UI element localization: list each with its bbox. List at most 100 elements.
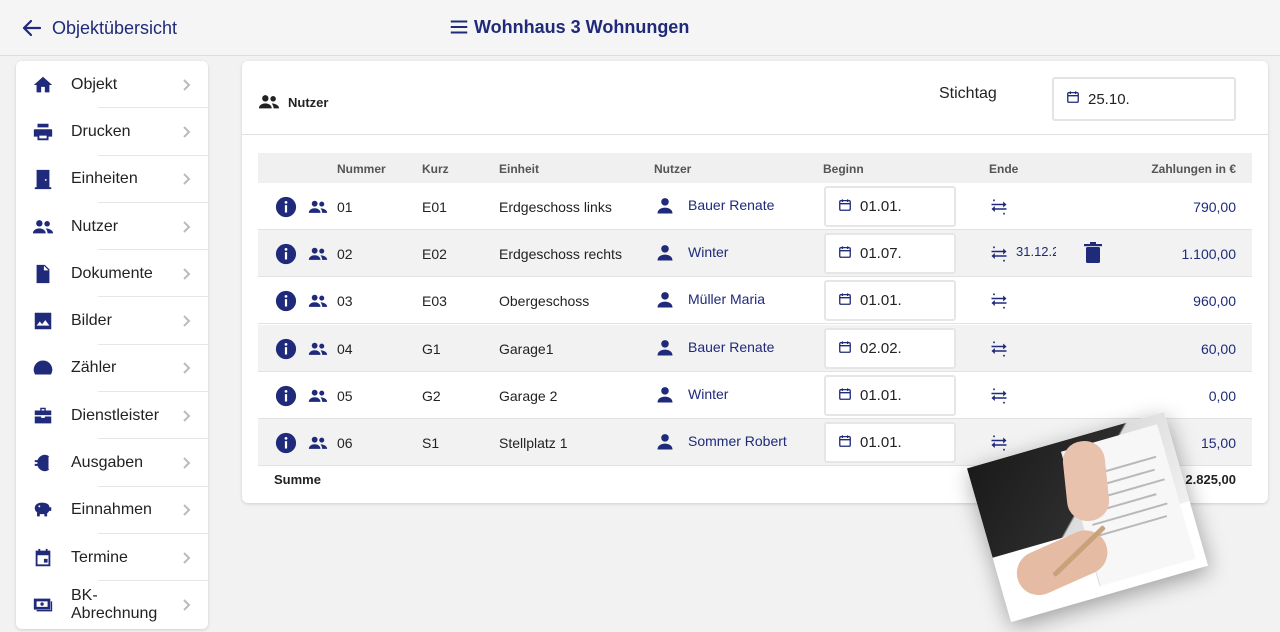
- sidebar-item-objekt[interactable]: Objekt: [16, 61, 208, 109]
- sidebar-item-bilder[interactable]: Bilder: [16, 297, 208, 346]
- users-icon: [32, 216, 54, 238]
- beginn-value: 01.01.: [860, 434, 902, 451]
- stichtag-label: Stichtag: [939, 85, 997, 102]
- back-label: Objektübersicht: [52, 17, 178, 38]
- cell-nummer: 04: [337, 341, 353, 357]
- trash-icon[interactable]: [1084, 242, 1102, 264]
- info-icon[interactable]: [275, 290, 297, 312]
- table-row[interactable]: 04 G1 Garage1 Bauer Renate 02.02. 60,00: [258, 325, 1252, 372]
- sidebar-item-drucken[interactable]: Drucken: [16, 108, 208, 156]
- menu-icon[interactable]: [448, 16, 470, 38]
- piggy-bank-icon: [32, 499, 54, 521]
- panel-title-text: Nutzer: [288, 94, 329, 110]
- beginn-date-field[interactable]: 01.01.: [824, 422, 956, 463]
- users-icon[interactable]: [306, 197, 330, 217]
- briefcase-icon: [32, 405, 54, 427]
- users-icon[interactable]: [306, 291, 330, 311]
- column-header-zahlungen[interactable]: Zahlungen in €: [1151, 162, 1236, 176]
- sidebar-item-dienstleister[interactable]: Dienstleister: [16, 392, 208, 440]
- info-icon[interactable]: [275, 432, 297, 454]
- beginn-date-field[interactable]: 01.01.: [824, 186, 956, 227]
- chevron-right-icon: [178, 360, 194, 376]
- back-button[interactable]: Objektübersicht: [20, 16, 177, 40]
- cell-ende[interactable]: 31.12.2: [1016, 244, 1056, 259]
- cell-einheit: Erdgeschoss links: [499, 199, 612, 215]
- table-header: Nummer Kurz Einheit Nutzer Beginn Ende Z…: [258, 153, 1252, 183]
- table-row[interactable]: 05 G2 Garage 2 Winter 01.01. 0,00: [258, 372, 1252, 419]
- sidebar-item-einnahmen[interactable]: Einnahmen: [16, 487, 208, 535]
- sidebar-item-zaehler[interactable]: Zähler: [16, 345, 208, 393]
- swap-icon[interactable]: [989, 291, 1009, 311]
- column-header-ende[interactable]: Ende: [989, 162, 1018, 176]
- cell-nutzer-link[interactable]: Sommer Robert: [688, 433, 787, 449]
- column-header-einheit[interactable]: Einheit: [499, 162, 539, 176]
- users-icon[interactable]: [306, 433, 330, 453]
- cell-zahlungen[interactable]: 790,00: [1193, 199, 1236, 215]
- cell-nutzer-link[interactable]: Bauer Renate: [688, 339, 774, 355]
- swap-icon[interactable]: [989, 386, 1009, 406]
- sidebar-item-einheiten[interactable]: Einheiten: [16, 156, 208, 204]
- calendar-icon: [838, 340, 852, 358]
- column-header-nutzer[interactable]: Nutzer: [654, 162, 691, 176]
- panel-title: Nutzer: [258, 91, 328, 113]
- calendar-icon: [838, 387, 852, 405]
- sidebar-item-dokumente[interactable]: Dokumente: [16, 250, 208, 298]
- beginn-value: 01.07.: [860, 245, 902, 262]
- column-header-kurz[interactable]: Kurz: [422, 162, 449, 176]
- stichtag-date-field[interactable]: 25.10.: [1052, 77, 1236, 121]
- cell-zahlungen[interactable]: 0,00: [1209, 388, 1236, 404]
- cell-einheit: Erdgeschoss rechts: [499, 246, 622, 262]
- cell-kurz: S1: [422, 435, 440, 451]
- table-row[interactable]: 02 E02 Erdgeschoss rechts Winter 01.07. 31.12…: [258, 230, 1252, 277]
- cell-nutzer-link[interactable]: Bauer Renate: [688, 197, 774, 213]
- info-icon[interactable]: [275, 338, 297, 360]
- column-header-nummer[interactable]: Nummer: [337, 162, 386, 176]
- cell-zahlungen[interactable]: 60,00: [1201, 341, 1236, 357]
- sidebar-item-label: Ausgaben: [71, 454, 144, 472]
- users-icon[interactable]: [306, 244, 330, 264]
- cell-zahlungen[interactable]: 1.100,00: [1182, 246, 1237, 262]
- sidebar-item-label: Objekt: [71, 75, 118, 93]
- sidebar-item-bk-abrechnung[interactable]: BK-Abrechnung: [16, 581, 208, 628]
- table-row[interactable]: 01 E01 Erdgeschoss links Bauer Renate 01.01.…: [258, 183, 1252, 230]
- door-icon: [32, 168, 54, 190]
- cell-zahlungen[interactable]: 15,00: [1201, 435, 1236, 451]
- beginn-date-field[interactable]: 01.01.: [824, 375, 956, 416]
- table-row[interactable]: 03 E03 Obergeschoss Müller Maria 01.01. 960,0…: [258, 277, 1252, 324]
- cell-kurz: G1: [422, 341, 441, 357]
- cell-nummer: 03: [337, 293, 353, 309]
- cell-nutzer-link[interactable]: Winter: [688, 386, 728, 402]
- users-icon[interactable]: [306, 339, 330, 359]
- sidebar-item-label: Nutzer: [71, 217, 119, 235]
- beginn-value: 01.01.: [860, 198, 902, 215]
- summe-value: 2.825,00: [1185, 472, 1236, 487]
- beginn-value: 01.01.: [860, 292, 902, 309]
- calendar-icon: [838, 292, 852, 310]
- column-header-beginn[interactable]: Beginn: [823, 162, 864, 176]
- info-icon[interactable]: [275, 385, 297, 407]
- person-icon: [655, 432, 675, 452]
- info-icon[interactable]: [275, 243, 297, 265]
- sidebar-item-termine[interactable]: Termine: [16, 534, 208, 582]
- cell-nutzer-link[interactable]: Winter: [688, 244, 728, 260]
- swap-icon[interactable]: [989, 244, 1009, 264]
- beginn-date-field[interactable]: 01.01.: [824, 280, 956, 321]
- cell-kurz: G2: [422, 388, 441, 404]
- swap-icon[interactable]: [989, 433, 1009, 453]
- sidebar-item-nutzer[interactable]: Nutzer: [16, 203, 208, 251]
- gauge-icon: [32, 357, 54, 379]
- beginn-date-field[interactable]: 02.02.: [824, 328, 956, 369]
- cell-nutzer-link[interactable]: Müller Maria: [688, 291, 765, 307]
- beginn-date-field[interactable]: 01.07.: [824, 233, 956, 274]
- sidebar-item-ausgaben[interactable]: Ausgaben: [16, 439, 208, 487]
- cell-zahlungen[interactable]: 960,00: [1193, 293, 1236, 309]
- cell-kurz: E03: [422, 293, 447, 309]
- person-icon: [655, 243, 675, 263]
- users-icon[interactable]: [306, 386, 330, 406]
- swap-icon[interactable]: [989, 197, 1009, 217]
- top-bar: Objektübersicht Wohnhaus 3 Wohnungen: [0, 0, 1280, 56]
- info-icon[interactable]: [275, 196, 297, 218]
- chevron-right-icon: [178, 455, 194, 471]
- swap-icon[interactable]: [989, 339, 1009, 359]
- users-icon: [258, 95, 280, 109]
